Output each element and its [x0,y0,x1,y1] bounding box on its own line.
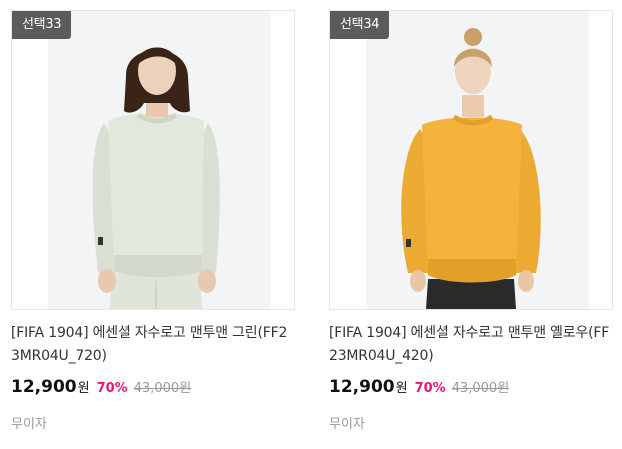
product-card[interactable]: 선택34 [FIFA 1904] 에센셜 자수로고 맨투맨 옐로우(FF23MR… [329,10,613,432]
installment-label: 무이자 [329,417,365,432]
discount-rate: 70% [414,381,446,396]
discount-rate: 70% [96,381,128,396]
original-price: 43,000원 [133,381,192,396]
original-price: 43,000원 [451,381,510,396]
product-image[interactable]: 선택34 [329,10,613,310]
product-name[interactable]: [FIFA 1904] 에센셜 자수로고 맨투맨 그린(FF23MR04U_72… [11,322,295,368]
selection-badge: 선택34 [330,11,390,39]
selection-badge: 선택33 [12,11,72,39]
sale-price: 12,900 [329,377,395,397]
product-name[interactable]: [FIFA 1904] 에센셜 자수로고 맨투맨 옐로우(FF23MR04U_4… [329,322,613,368]
price-row: 12,900 원 70% 43,000원 [329,377,613,401]
model-figure [401,28,541,309]
product-card[interactable]: 선택33 [FIFA 1904] 에센셜 자수로고 맨투맨 그린(FF23MR0… [11,10,295,432]
product-image[interactable]: 선택33 [11,10,295,310]
currency-unit: 원 [395,381,408,396]
price-row: 12,900 원 70% 43,000원 [11,377,295,401]
product-grid: 선택33 [FIFA 1904] 에센셜 자수로고 맨투맨 그린(FF23MR0… [0,0,622,449]
installment-label: 무이자 [11,417,47,432]
model-figure [92,47,220,309]
sale-price: 12,900 [11,377,77,397]
currency-unit: 원 [77,381,90,396]
